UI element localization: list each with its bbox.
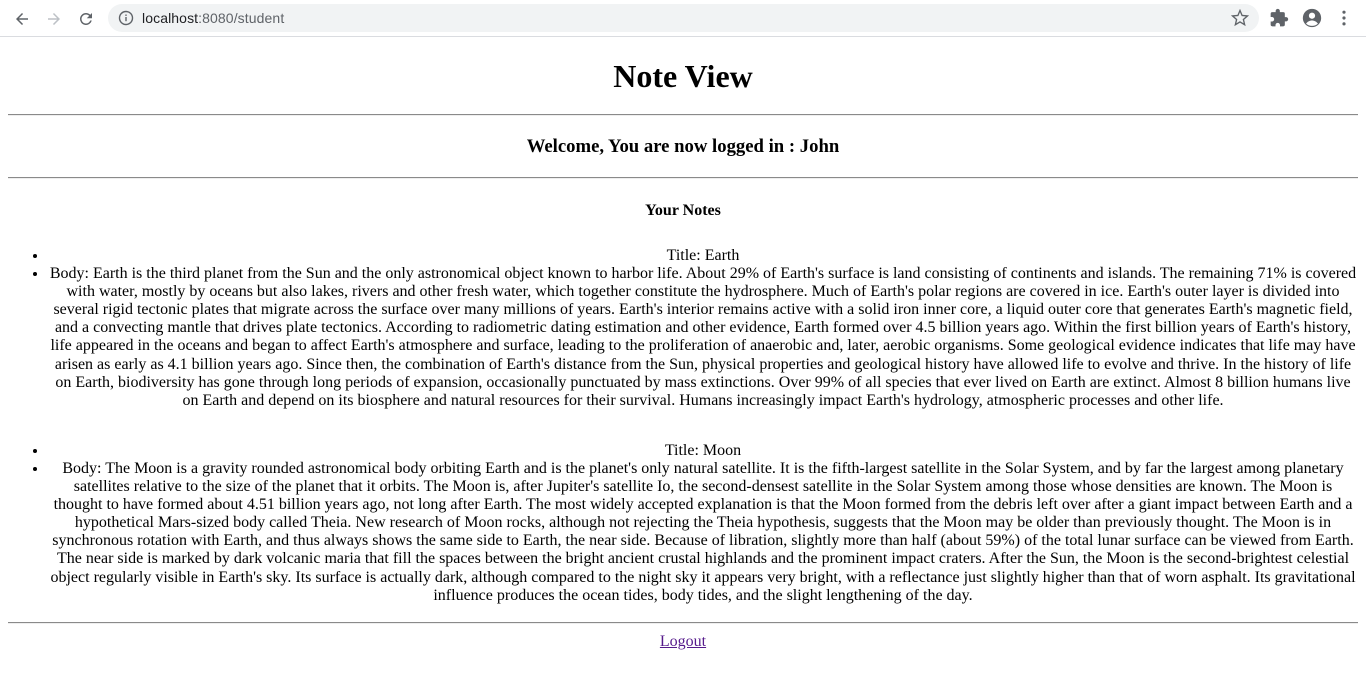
note-body: Body: Earth is the third planet from the… <box>48 265 1358 410</box>
divider <box>8 177 1358 179</box>
note-item: Title: Moon Body: The Moon is a gravity … <box>8 442 1358 605</box>
note-title: Title: Moon <box>48 442 1358 460</box>
forward-arrow-icon[interactable] <box>41 6 67 32</box>
url-text: localhost:8080/student <box>142 10 284 26</box>
divider <box>8 114 1358 116</box>
notes-list: Title: Earth Body: Earth is the third pl… <box>8 247 1358 605</box>
menu-kebab-icon[interactable] <box>1333 7 1355 29</box>
browser-toolbar: localhost:8080/student <box>0 0 1366 37</box>
back-arrow-icon[interactable] <box>9 6 35 32</box>
logout-link[interactable]: Logout <box>660 633 706 650</box>
notes-heading: Your Notes <box>645 202 721 219</box>
note-list: Title: Earth Body: Earth is the third pl… <box>8 247 1358 410</box>
reload-icon[interactable] <box>73 6 99 32</box>
url-host: localhost <box>142 10 199 26</box>
divider <box>8 621 1358 624</box>
page-content: Note View Welcome, You are now logged in… <box>0 58 1366 651</box>
note-body: Body: The Moon is a gravity rounded astr… <box>48 460 1358 605</box>
bookmark-star-icon[interactable] <box>1230 8 1250 27</box>
logout-container: Logout <box>8 633 1358 651</box>
extensions-icon[interactable] <box>1268 7 1290 29</box>
page-title: Note View <box>613 58 753 94</box>
note-list: Title: Moon Body: The Moon is a gravity … <box>8 442 1358 605</box>
note-item: Title: Earth Body: Earth is the third pl… <box>8 247 1358 410</box>
site-info-icon[interactable] <box>118 10 134 26</box>
profile-avatar-icon[interactable] <box>1301 7 1323 29</box>
welcome-message: Welcome, You are now logged in : John <box>526 136 840 157</box>
address-bar[interactable]: localhost:8080/student <box>108 4 1259 32</box>
url-path: :8080/student <box>198 10 285 26</box>
note-title: Title: Earth <box>48 247 1358 265</box>
